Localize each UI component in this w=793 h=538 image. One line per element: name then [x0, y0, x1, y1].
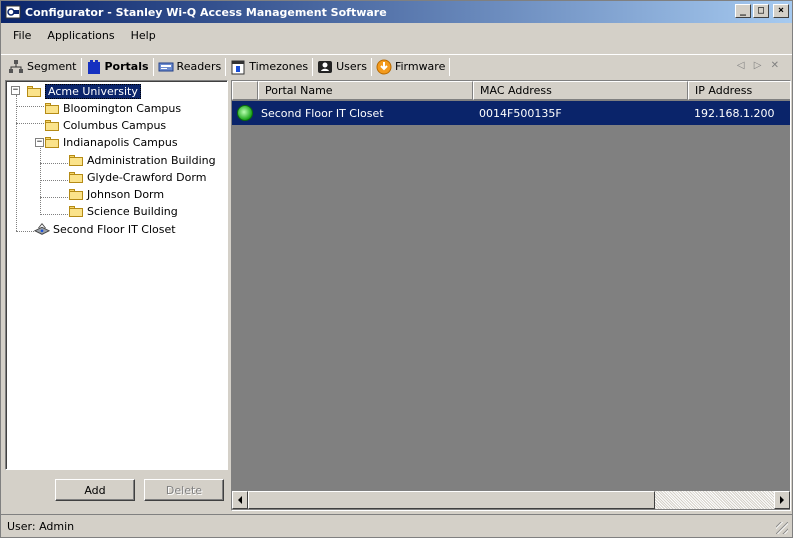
- firmware-icon: [376, 59, 392, 75]
- column-header-mac-address[interactable]: MAC Address: [473, 81, 688, 100]
- toolbar-separator: [80, 57, 82, 76]
- cell-ip-address: 192.168.1.200: [694, 106, 775, 120]
- cell-portal-name: Second Floor IT Closet: [261, 106, 384, 120]
- resize-grip-icon[interactable]: [776, 522, 788, 534]
- tree-node-science-building[interactable]: Science Building: [68, 203, 178, 219]
- app-icon: [5, 5, 21, 19]
- app-window: Configurator - Stanley Wi-Q Access Manag…: [0, 0, 793, 538]
- folder-open-icon: [26, 85, 42, 98]
- portal-online-icon: [237, 105, 253, 121]
- tree-node-label: Indianapolis Campus: [63, 135, 178, 149]
- tree-node-label: Johnson Dorm: [87, 187, 165, 201]
- segment-icon: [8, 59, 24, 75]
- tree-line: [16, 231, 34, 232]
- toolbar-separator: [312, 57, 314, 76]
- folder-icon: [44, 102, 60, 115]
- tab-readers-label: Readers: [176, 60, 222, 73]
- tree-node-label: Second Floor IT Closet: [53, 222, 176, 236]
- arrow-left-icon: [238, 496, 242, 504]
- tree-collapse-toggle[interactable]: −: [35, 138, 44, 147]
- tree-node-indianapolis-campus[interactable]: Indianapolis Campus: [44, 134, 178, 150]
- status-bar: User: Admin: [1, 514, 792, 537]
- title-bar[interactable]: Configurator - Stanley Wi-Q Access Manag…: [1, 1, 792, 23]
- tree-line: [16, 95, 17, 231]
- window-title: Configurator - Stanley Wi-Q Access Manag…: [25, 5, 387, 19]
- tree-node-label: Science Building: [87, 204, 178, 218]
- tree-node-administration-building[interactable]: Administration Building: [68, 152, 216, 168]
- grid-header: Portal Name MAC Address IP Address: [232, 81, 790, 100]
- tab-firmware-label: Firmware: [394, 60, 446, 73]
- tab-timezones[interactable]: Timezones: [227, 57, 311, 77]
- tab-users[interactable]: Users: [314, 57, 370, 77]
- timezones-icon: [230, 59, 246, 75]
- tab-readers[interactable]: Readers: [155, 57, 225, 77]
- arrow-right-icon: [780, 496, 784, 504]
- grid-horizontal-scrollbar[interactable]: [232, 491, 790, 509]
- column-header-ip-address[interactable]: IP Address: [688, 81, 790, 100]
- minimize-button[interactable]: _: [735, 4, 751, 18]
- delete-button[interactable]: Delete: [144, 479, 224, 501]
- tab-portals-label: Portals: [104, 60, 149, 73]
- maximize-button[interactable]: □: [753, 4, 769, 18]
- folder-icon: [68, 171, 84, 184]
- window-controls: _ □ ×: [735, 4, 789, 18]
- toolbar-separator: [449, 57, 451, 76]
- tree-node-label: Glyde-Crawford Dorm: [87, 170, 207, 184]
- tree-node-label: Administration Building: [87, 153, 216, 167]
- folder-icon: [68, 154, 84, 167]
- folder-icon: [44, 119, 60, 132]
- tab-timezones-label: Timezones: [249, 60, 309, 73]
- tab-portals[interactable]: Portals: [83, 57, 152, 77]
- column-header-portal-name[interactable]: Portal Name: [258, 81, 473, 100]
- tree-line: [16, 123, 44, 124]
- folder-icon: [68, 188, 84, 201]
- tree-node-glyde-crawford-dorm[interactable]: Glyde-Crawford Dorm: [68, 169, 206, 185]
- scroll-right-button[interactable]: [774, 491, 790, 509]
- tree-node-label: Columbus Campus: [63, 118, 167, 132]
- tree-node-columbus-campus[interactable]: Columbus Campus: [44, 117, 166, 133]
- cell-mac-address: 0014F500135F: [479, 106, 562, 120]
- tab-segment[interactable]: Segment: [5, 57, 80, 77]
- toolbar-separator: [152, 57, 154, 76]
- tree-line: [40, 214, 68, 215]
- add-button[interactable]: Add: [55, 479, 135, 501]
- tree-line: [40, 180, 68, 181]
- row-header-corner: [232, 81, 258, 100]
- tree-node-label: Bloomington Campus: [63, 101, 182, 115]
- readers-icon: [158, 59, 174, 75]
- scroll-left-button[interactable]: [232, 491, 248, 509]
- folder-icon: [68, 205, 84, 218]
- location-tree[interactable]: − Acme University Bloomington Campus Col…: [5, 80, 228, 470]
- tree-node-second-floor-it-closet[interactable]: Second Floor IT Closet: [34, 221, 176, 237]
- tree-node-label: Acme University: [45, 83, 141, 99]
- tab-toolbar: Segment Portals Readers Timezones Users …: [1, 54, 792, 78]
- tab-segment-label: Segment: [27, 60, 77, 73]
- tab-firmware[interactable]: Firmware: [373, 57, 448, 77]
- scrollbar-thumb[interactable]: [248, 491, 655, 509]
- menu-help[interactable]: Help: [125, 29, 162, 42]
- tree-collapse-toggle[interactable]: −: [11, 86, 20, 95]
- close-button[interactable]: ×: [773, 4, 789, 18]
- toolbar-separator: [370, 57, 372, 76]
- tree-node-acme-university[interactable]: Acme University: [26, 83, 141, 99]
- menu-applications[interactable]: Applications: [41, 29, 120, 42]
- tree-line: [40, 197, 68, 198]
- folder-open-icon: [44, 136, 60, 149]
- table-row[interactable]: Second Floor IT Closet 0014F500135F 192.…: [232, 101, 790, 125]
- row-status-cell: [232, 101, 258, 125]
- toolbar-separator: [225, 57, 227, 76]
- tree-node-johnson-dorm[interactable]: Johnson Dorm: [68, 186, 164, 202]
- tree-line: [16, 106, 44, 107]
- tab-users-label: Users: [336, 60, 367, 73]
- tab-nav-controls[interactable]: ◁ ▷ ✕: [737, 60, 782, 71]
- menu-bar: File Applications Help: [1, 25, 792, 45]
- tree-node-bloomington-campus[interactable]: Bloomington Campus: [44, 100, 181, 116]
- portal-device-icon: [34, 221, 50, 237]
- tree-line: [40, 163, 68, 164]
- portals-icon: [86, 59, 102, 75]
- menu-file[interactable]: File: [7, 29, 37, 42]
- portals-grid: Portal Name MAC Address IP Address Secon…: [231, 80, 791, 511]
- status-user: User: Admin: [7, 519, 75, 533]
- users-icon: [317, 59, 333, 75]
